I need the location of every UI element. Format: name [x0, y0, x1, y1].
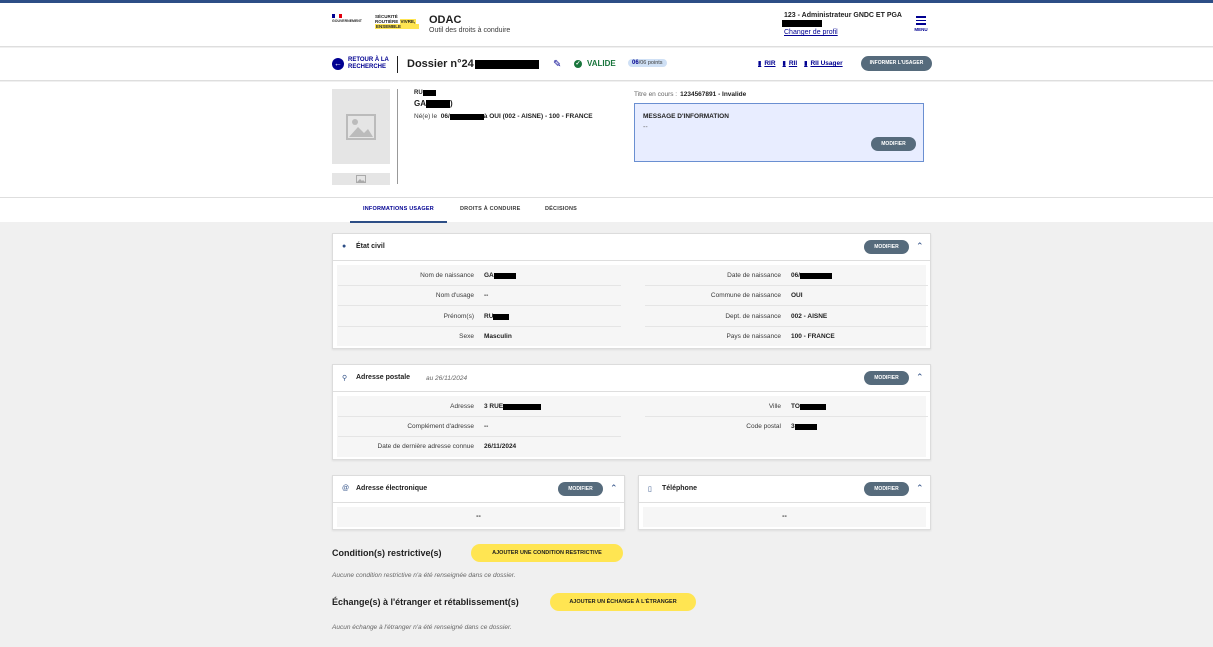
info-row: Date de dernière adresse connue 26/11/202…	[377, 443, 517, 450]
info-row: Commune de naissance OUI	[645, 286, 928, 306]
current-title: Titre en cours :1234567891 - Invalide	[634, 91, 747, 98]
info-row: Adresse 3 RUE	[338, 397, 621, 417]
app-subtitle: Outil des droits à conduire	[429, 27, 511, 34]
redacted-username	[782, 20, 822, 27]
first-name: GA)	[414, 99, 453, 108]
info-row: Pays de naissance 100 - FRANCE	[726, 333, 835, 340]
modify-adresse-button[interactable]: MODIFIER	[864, 371, 909, 385]
info-row: Prénom(s) RU	[338, 307, 621, 327]
menu-button[interactable]: MENU	[912, 14, 930, 36]
chevron-up-icon[interactable]: ⌃	[916, 372, 924, 383]
last-name: RU	[414, 90, 436, 96]
active-tab-indicator	[350, 221, 447, 223]
at-icon: @	[342, 485, 350, 492]
info-row: Nom de naissance GA	[338, 266, 621, 286]
tab-bar: INFORMATIONS USAGER DROITS À CONDUIRE DÉ…	[0, 197, 1213, 223]
phone-icon: ▯	[648, 486, 652, 493]
echanges-title: Échange(s) à l'étranger et rétablissemen…	[332, 597, 519, 607]
modify-phone-button[interactable]: MODIFIER	[864, 482, 909, 496]
etat-civil-card: ● État civil MODIFIER ⌃ Nom de naissance…	[332, 233, 931, 349]
modify-etat-civil-button[interactable]: MODIFIER	[864, 240, 909, 254]
change-profile-link[interactable]: Changer de profil	[784, 29, 838, 36]
adresse-postale-card: ⚲ Adresse postale au 26/11/2024 MODIFIER…	[332, 364, 931, 460]
tab-informations-usager[interactable]: INFORMATIONS USAGER	[363, 206, 434, 212]
document-icon: ▮	[758, 61, 762, 67]
add-echange-button[interactable]: AJOUTER UN ÉCHANGE À L'ÉTRANGER	[550, 593, 696, 611]
document-icon: ▮	[782, 61, 786, 67]
arrow-left-icon: ←	[332, 57, 344, 70]
site-header: GOUVERNEMENT SÉCURITÉ ROUTIÈRE VIVRE, EN…	[0, 3, 1213, 47]
chevron-up-icon[interactable]: ⌃	[916, 241, 924, 252]
info-row: Sexe Masculin	[459, 333, 512, 340]
dossier-bar: ← RETOUR À LA RECHERCHE Dossier n°24 ✎ ✓…	[0, 48, 1213, 81]
modify-email-button[interactable]: MODIFIER	[558, 482, 603, 496]
tab-decisions[interactable]: DÉCISIONS	[545, 206, 577, 212]
inform-user-button[interactable]: INFORMER L'USAGER	[861, 56, 932, 71]
hamburger-icon	[912, 16, 930, 25]
echanges-empty-note: Aucun échange à l'étranger n'a été rense…	[332, 624, 512, 631]
conditions-empty-note: Aucune condition restrictive n'a été ren…	[332, 572, 516, 579]
user-icon: ●	[342, 243, 347, 250]
image-icon	[346, 113, 376, 140]
profile-area: RU GA) Né(e) le 06/à OUI (002 - AISNE) -…	[0, 82, 1213, 197]
info-row: Date de naissance 06/	[645, 266, 928, 286]
photo-placeholder	[332, 89, 390, 164]
modify-message-button[interactable]: MODIFIER	[871, 137, 916, 151]
birth-info: Né(e) le 06/à OUI (002 - AISNE) - 100 - …	[414, 113, 593, 120]
back-to-search-link[interactable]: ← RETOUR À LA RECHERCHE	[332, 57, 394, 70]
location-pin-icon: ⚲	[342, 375, 348, 382]
status-badge: ✓ VALIDE	[574, 59, 616, 68]
rii-usager-link[interactable]: ▮ RII Usager	[804, 60, 842, 67]
info-row: Nom d'usage --	[338, 286, 621, 306]
pencil-icon[interactable]: ✎	[553, 59, 561, 70]
points-badge: 06/06 points	[628, 59, 667, 67]
info-row: Code postal 3	[645, 417, 928, 437]
admin-profile-label: 123 - Administrateur GNDC ET PGA	[784, 12, 902, 19]
image-icon	[356, 175, 366, 183]
securite-routiere-logo: SÉCURITÉ ROUTIÈRE VIVRE, ENSEMBLE	[375, 14, 419, 36]
add-condition-button[interactable]: AJOUTER UNE CONDITION RESTRICTIVE	[471, 544, 623, 562]
dossier-title: Dossier n°24	[407, 58, 539, 70]
info-row: Dept. de naissance 002 - AISNE	[645, 307, 928, 327]
check-icon: ✓	[574, 59, 582, 68]
divider	[397, 89, 398, 184]
conditions-title: Condition(s) restrictive(s)	[332, 548, 442, 558]
rii-link[interactable]: ▮ RII	[783, 60, 798, 67]
info-row: Complément d'adresse --	[338, 417, 621, 437]
app-title: ODAC	[429, 14, 462, 26]
email-card: @ Adresse électronique MODIFIER ⌃ --	[332, 475, 625, 530]
signature-thumbnail[interactable]	[332, 173, 390, 185]
chevron-up-icon[interactable]: ⌃	[916, 483, 924, 494]
phone-value: --	[782, 513, 787, 520]
phone-card: ▯ Téléphone MODIFIER ⌃ --	[638, 475, 931, 530]
information-message-box: MESSAGE D'INFORMATION -- MODIFIER	[634, 103, 924, 162]
government-logo: GOUVERNEMENT	[332, 14, 372, 36]
email-value: --	[476, 513, 481, 520]
rir-link[interactable]: ▮ RIR	[758, 60, 776, 67]
chevron-up-icon[interactable]: ⌃	[610, 483, 618, 494]
tab-droits-a-conduire[interactable]: DROITS À CONDUIRE	[460, 206, 521, 212]
info-row: Ville TO	[645, 397, 928, 417]
divider	[397, 56, 398, 73]
document-icon: ▮	[804, 61, 808, 67]
